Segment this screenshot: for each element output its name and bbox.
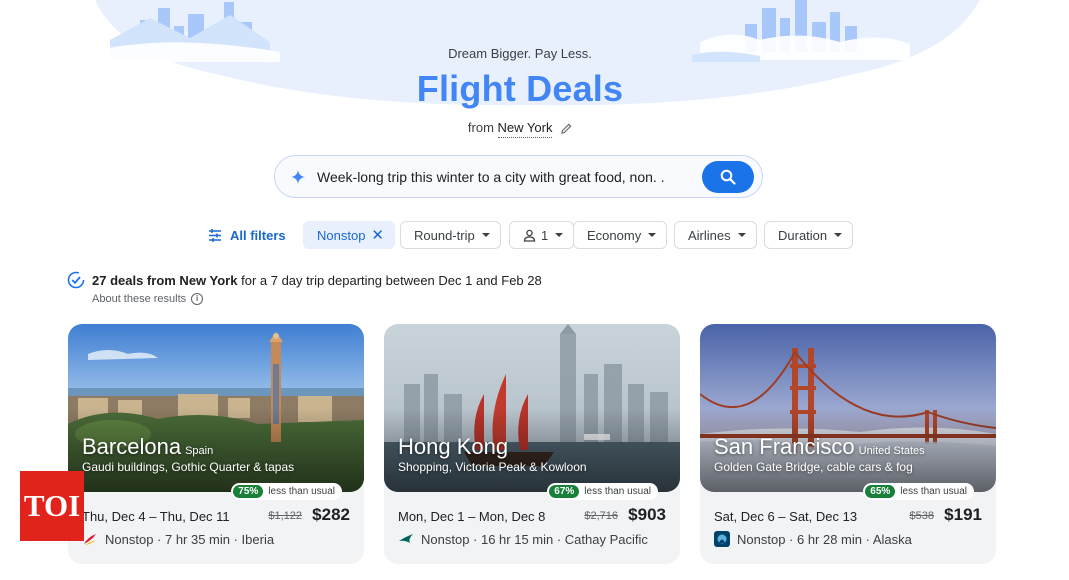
alaska-airlines-logo-icon [714, 531, 730, 547]
close-icon[interactable]: ✕ [371, 226, 384, 244]
chevron-down-icon [555, 233, 564, 237]
trip-description: for a 7 day trip departing between Dec 1… [237, 272, 542, 288]
deal-price: $191 [944, 505, 982, 524]
nonstop-label: Nonstop [317, 227, 366, 243]
deal-card-barcelona[interactable]: Barcelona Spain Gaudi buildings, Gothic Q… [68, 324, 364, 564]
sparkle-icon [291, 169, 305, 184]
duration-dropdown[interactable]: Duration [764, 221, 854, 249]
search-input[interactable]: Week-long trip this winter to a city wit… [317, 169, 702, 185]
typical-price: $538 [909, 510, 934, 522]
edit-pencil-icon[interactable] [561, 123, 572, 134]
toi-logo: TOI [20, 471, 84, 541]
airlines-dropdown[interactable]: Airlines [674, 221, 757, 249]
filter-bar: All filters Nonstop ✕ Round-trip 1 Econo… [0, 221, 1069, 249]
discount-percent: 67% [549, 485, 580, 498]
page-title: Flight Deals [416, 68, 624, 109]
trip-type-label: Round-trip [414, 227, 475, 243]
destination-city: Barcelona Spain [82, 434, 213, 460]
deals-count: 27 deals from New York [92, 272, 238, 288]
destination-city: Hong Kong [398, 434, 512, 460]
typical-price: $2,716 [584, 510, 618, 522]
city-name: Hong Kong [398, 434, 509, 459]
flight-info: Nonstop · 6 hr 28 min · Alaska [714, 531, 912, 547]
chevron-down-icon [648, 233, 657, 237]
all-filters-button[interactable]: All filters [208, 221, 286, 249]
discount-percent: 65% [865, 485, 896, 498]
destination-city: San Francisco United States [714, 434, 925, 460]
country-name: Spain [185, 445, 214, 457]
trip-type-dropdown[interactable]: Round-trip [400, 221, 501, 249]
city-name: San Francisco [714, 434, 855, 459]
results-summary: 27 deals from New York for a 7 day trip … [67, 271, 542, 289]
origin-city-link[interactable]: New York [497, 120, 553, 138]
flight-info: Nonstop · 7 hr 35 min · Iberia [82, 531, 274, 547]
deal-price: $282 [312, 505, 350, 524]
chevron-down-icon [481, 233, 490, 237]
cabin-class-label: Economy [587, 227, 642, 243]
flight-details: Nonstop · 7 hr 35 min · Iberia [105, 531, 275, 547]
discount-label: less than usual [900, 486, 967, 497]
trip-dates: Mon, Dec 1 – Mon, Dec 8 [398, 509, 546, 524]
flight-details: Nonstop · 16 hr 15 min · Cathay Pacific [421, 531, 648, 547]
about-results-link[interactable]: About these results i [92, 293, 204, 305]
discount-label: less than usual [268, 486, 335, 497]
airlines-label: Airlines [688, 227, 731, 243]
nonstop-filter-chip[interactable]: Nonstop ✕ [303, 221, 395, 249]
destination-description: Shopping, Victoria Peak & Kowloon [398, 460, 587, 474]
city-name: Barcelona [82, 434, 182, 459]
info-icon: i [191, 293, 204, 305]
discount-badge: 65% less than usual [863, 483, 974, 500]
person-icon [523, 229, 536, 242]
deal-price: $903 [628, 505, 666, 524]
trip-dates: Thu, Dec 4 – Thu, Dec 11 [82, 509, 230, 524]
flight-info: Nonstop · 16 hr 15 min · Cathay Pacific [398, 531, 648, 547]
chevron-down-icon [834, 233, 843, 237]
trip-dates: Sat, Dec 6 – Sat, Dec 13 [714, 509, 858, 524]
discount-percent: 75% [233, 485, 264, 498]
discount-badge: 67% less than usual [547, 483, 658, 500]
hero-tagline: Dream Bigger. Pay Less. [448, 46, 592, 61]
duration-label: Duration [778, 227, 828, 243]
destination-description: Gaudi buildings, Gothic Quarter & tapas [82, 460, 295, 474]
country-name: United States [858, 445, 925, 457]
search-bar[interactable]: Week-long trip this winter to a city wit… [274, 155, 763, 198]
search-icon [720, 169, 736, 185]
verified-check-icon [67, 271, 85, 289]
discount-label: less than usual [584, 486, 651, 497]
discount-badge: 75% less than usual [231, 483, 342, 500]
passengers-dropdown[interactable]: 1 [509, 221, 575, 249]
destination-description: Golden Gate Bridge, cable cars & fog [714, 460, 913, 474]
deal-card-san-francisco[interactable]: San Francisco United States Golden Gate B… [700, 324, 996, 564]
cabin-class-dropdown[interactable]: Economy [573, 221, 668, 249]
passengers-count: 1 [541, 227, 549, 243]
iberia-logo-icon [84, 534, 96, 545]
cathay-pacific-logo-icon [399, 534, 413, 543]
search-button[interactable] [702, 160, 754, 193]
tune-icon [209, 228, 221, 242]
flight-details: Nonstop · 6 hr 28 min · Alaska [737, 531, 912, 547]
chevron-down-icon [737, 233, 746, 237]
all-filters-label: All filters [230, 227, 286, 243]
deal-card-hong-kong[interactable]: Hong Kong Shopping, Victoria Peak & Kowl… [384, 324, 680, 564]
from-label: from [467, 120, 494, 135]
origin-selector: from New York [0, 120, 1040, 138]
about-label: About these results [92, 293, 187, 305]
typical-price: $1,122 [268, 510, 302, 522]
